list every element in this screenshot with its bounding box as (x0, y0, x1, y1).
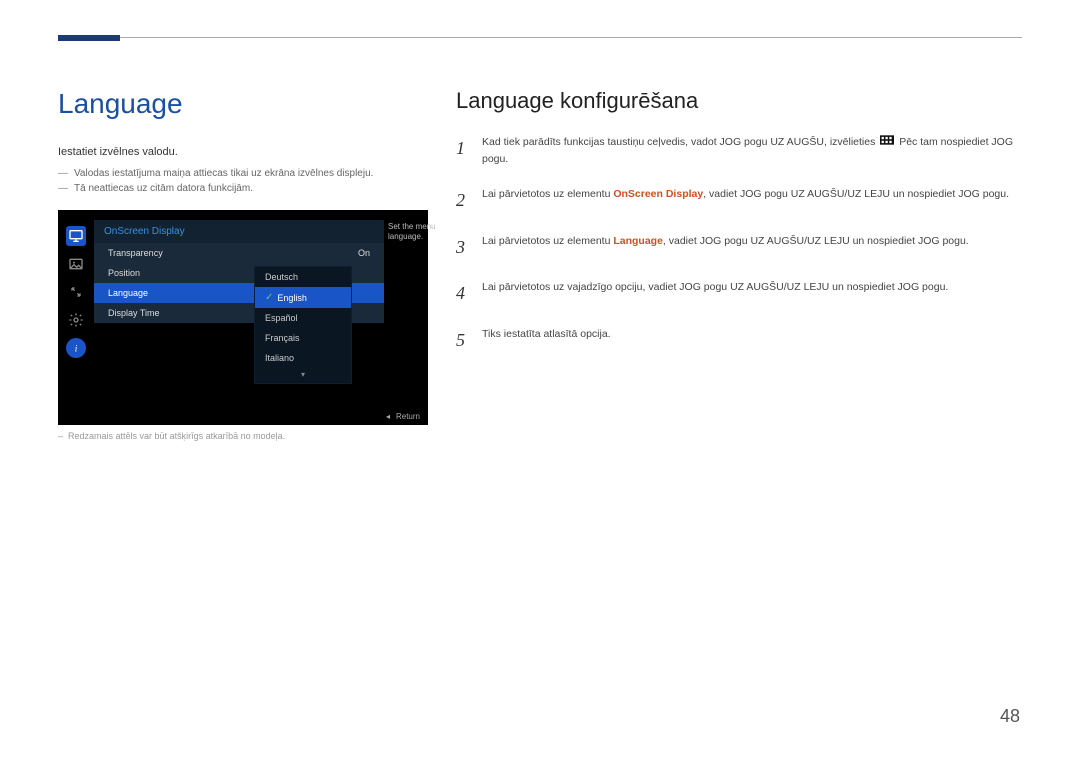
osd-help-text: Set the menu language. (388, 222, 446, 243)
step-number: 1 (456, 134, 470, 168)
note-line-1: Valodas iestatījuma maiņa attiecas tikai… (58, 168, 428, 179)
osd-row-transparency[interactable]: Transparency On (94, 243, 384, 263)
menu-grid-icon (880, 134, 894, 151)
osd-language-submenu: Deutsch ✓English Español Français Italia… (254, 266, 352, 384)
header-rule (58, 37, 1022, 38)
step-number: 3 (456, 233, 470, 262)
step-number: 2 (456, 186, 470, 215)
info-icon: i (66, 338, 86, 358)
note-line-2: Tā neattiecas uz citām datora funkcijām. (58, 183, 428, 194)
submenu-espanol[interactable]: Español (255, 308, 351, 328)
section-heading-language: Language (58, 88, 428, 120)
osd-footer: ◂ Return (386, 412, 420, 421)
submenu-italiano[interactable]: Italiano (255, 348, 351, 368)
submenu-more-arrow-icon[interactable]: ▾ (255, 368, 351, 383)
keyword-language: Language (613, 235, 663, 247)
picture-icon (66, 254, 86, 274)
intro-text: Iestatiet izvēlnes valodu. (58, 146, 428, 158)
step-5: 5 Tiks iestatīta atlasītā opcija. (456, 326, 1022, 355)
section-heading-config: Language konfigurēšana (456, 88, 1022, 114)
submenu-deutsch[interactable]: Deutsch (255, 267, 351, 287)
svg-text:i: i (75, 344, 78, 354)
header-accent-bar (58, 35, 120, 41)
submenu-francais[interactable]: Français (255, 328, 351, 348)
step-2: 2 Lai pārvietotos uz elementu OnScreen D… (456, 186, 1022, 215)
resize-icon (66, 282, 86, 302)
osd-sidebar: i (58, 220, 94, 358)
monitor-icon (66, 226, 86, 246)
page-number: 48 (1000, 706, 1020, 727)
step-1: 1 Kad tiek parādīts funkcijas taustiņu c… (456, 134, 1022, 168)
gear-icon (66, 310, 86, 330)
image-footnote: Redzamais attēls var būt atšķirīgs atkar… (58, 431, 428, 441)
return-label[interactable]: Return (396, 412, 420, 421)
step-4: 4 Lai pārvietotos uz vajadzīgo opciju, v… (456, 279, 1022, 308)
keyword-onscreen-display: OnScreen Display (613, 188, 703, 200)
step-number: 5 (456, 326, 470, 355)
check-icon: ✓ (265, 292, 273, 303)
return-arrow-icon[interactable]: ◂ (386, 412, 390, 421)
step-3: 3 Lai pārvietotos uz elementu Language, … (456, 233, 1022, 262)
osd-screenshot: i OnScreen Display Transparency On Posit… (58, 210, 428, 425)
step-number: 4 (456, 279, 470, 308)
osd-title: OnScreen Display (94, 220, 384, 243)
submenu-english[interactable]: ✓English (255, 287, 351, 308)
